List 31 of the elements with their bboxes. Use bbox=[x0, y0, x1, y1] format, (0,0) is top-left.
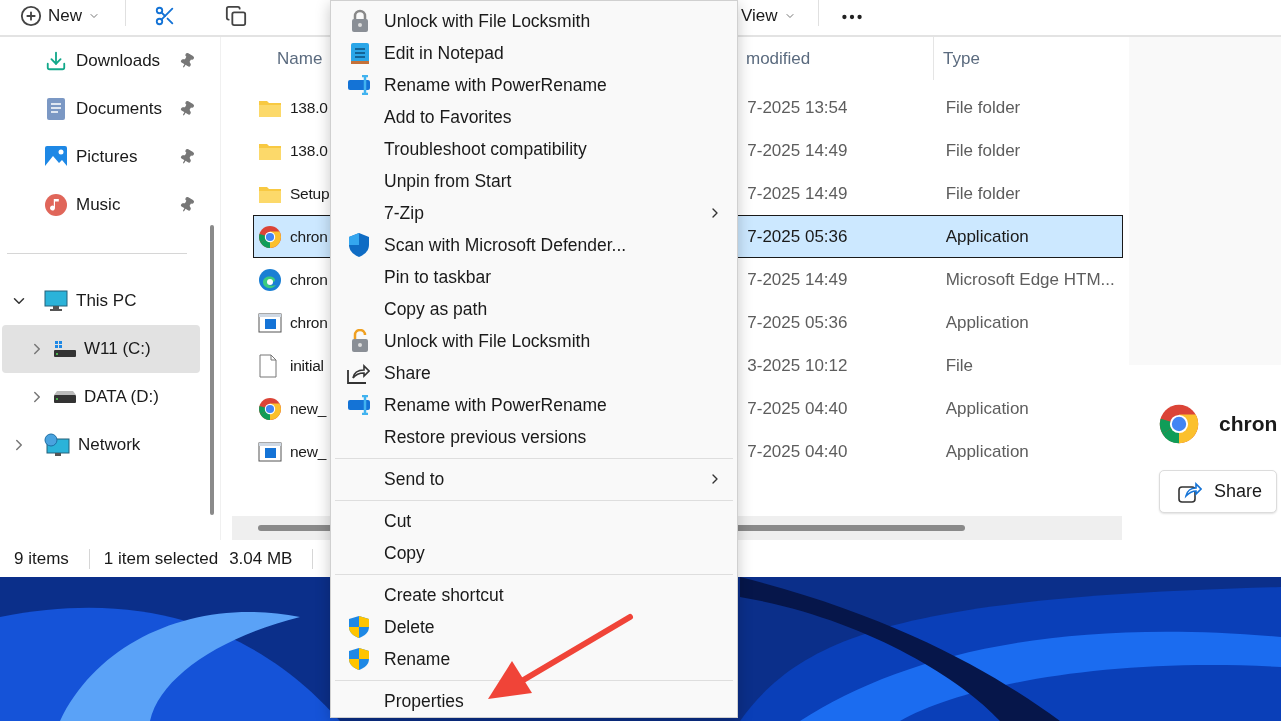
file-name: chron bbox=[289, 270, 328, 289]
type-cell-text: File folder bbox=[944, 140, 1022, 161]
file-name: chron bbox=[289, 313, 328, 332]
status-text: 1 item selected bbox=[103, 548, 219, 569]
date-cell-text: 7-2025 13:54 bbox=[746, 97, 849, 118]
type-cell-text: Application bbox=[944, 441, 1030, 462]
date-cell-text: 3-2025 10:12 bbox=[746, 355, 849, 376]
file-name: new_ bbox=[289, 442, 327, 461]
type-cell-text: Application bbox=[944, 398, 1030, 419]
date-cell-text: 7-2025 14:49 bbox=[746, 183, 849, 204]
file-name: new_ bbox=[289, 399, 327, 418]
status-text: 3.04 MB bbox=[229, 548, 293, 569]
status-text: 9 items bbox=[14, 548, 69, 569]
file-name: 138.0 bbox=[289, 141, 328, 160]
type-cell-text: File folder bbox=[944, 97, 1022, 118]
date-cell-text: 7-2025 05:36 bbox=[746, 312, 849, 333]
type-cell-text: Application bbox=[944, 312, 1030, 333]
date-cell-text: 7-2025 14:49 bbox=[746, 269, 849, 290]
file-name: initial bbox=[289, 356, 324, 375]
date-cell-text: 7-2025 04:40 bbox=[746, 398, 849, 419]
date-cell-text: 7-2025 04:40 bbox=[746, 441, 849, 462]
file-name: Setup bbox=[289, 184, 330, 203]
date-cell-text: 7-2025 14:49 bbox=[746, 140, 849, 161]
type-cell-text: File bbox=[944, 355, 975, 376]
preview-title: chron bbox=[1219, 412, 1278, 436]
type-cell-text: File folder bbox=[944, 183, 1022, 204]
file-name: chron bbox=[289, 227, 328, 246]
type-cell-text: Microsoft Edge HTM... bbox=[944, 269, 1116, 290]
type-cell-text: Application bbox=[944, 226, 1030, 247]
date-cell-text: 7-2025 05:36 bbox=[746, 226, 849, 247]
file-name: 138.0 bbox=[289, 98, 328, 117]
